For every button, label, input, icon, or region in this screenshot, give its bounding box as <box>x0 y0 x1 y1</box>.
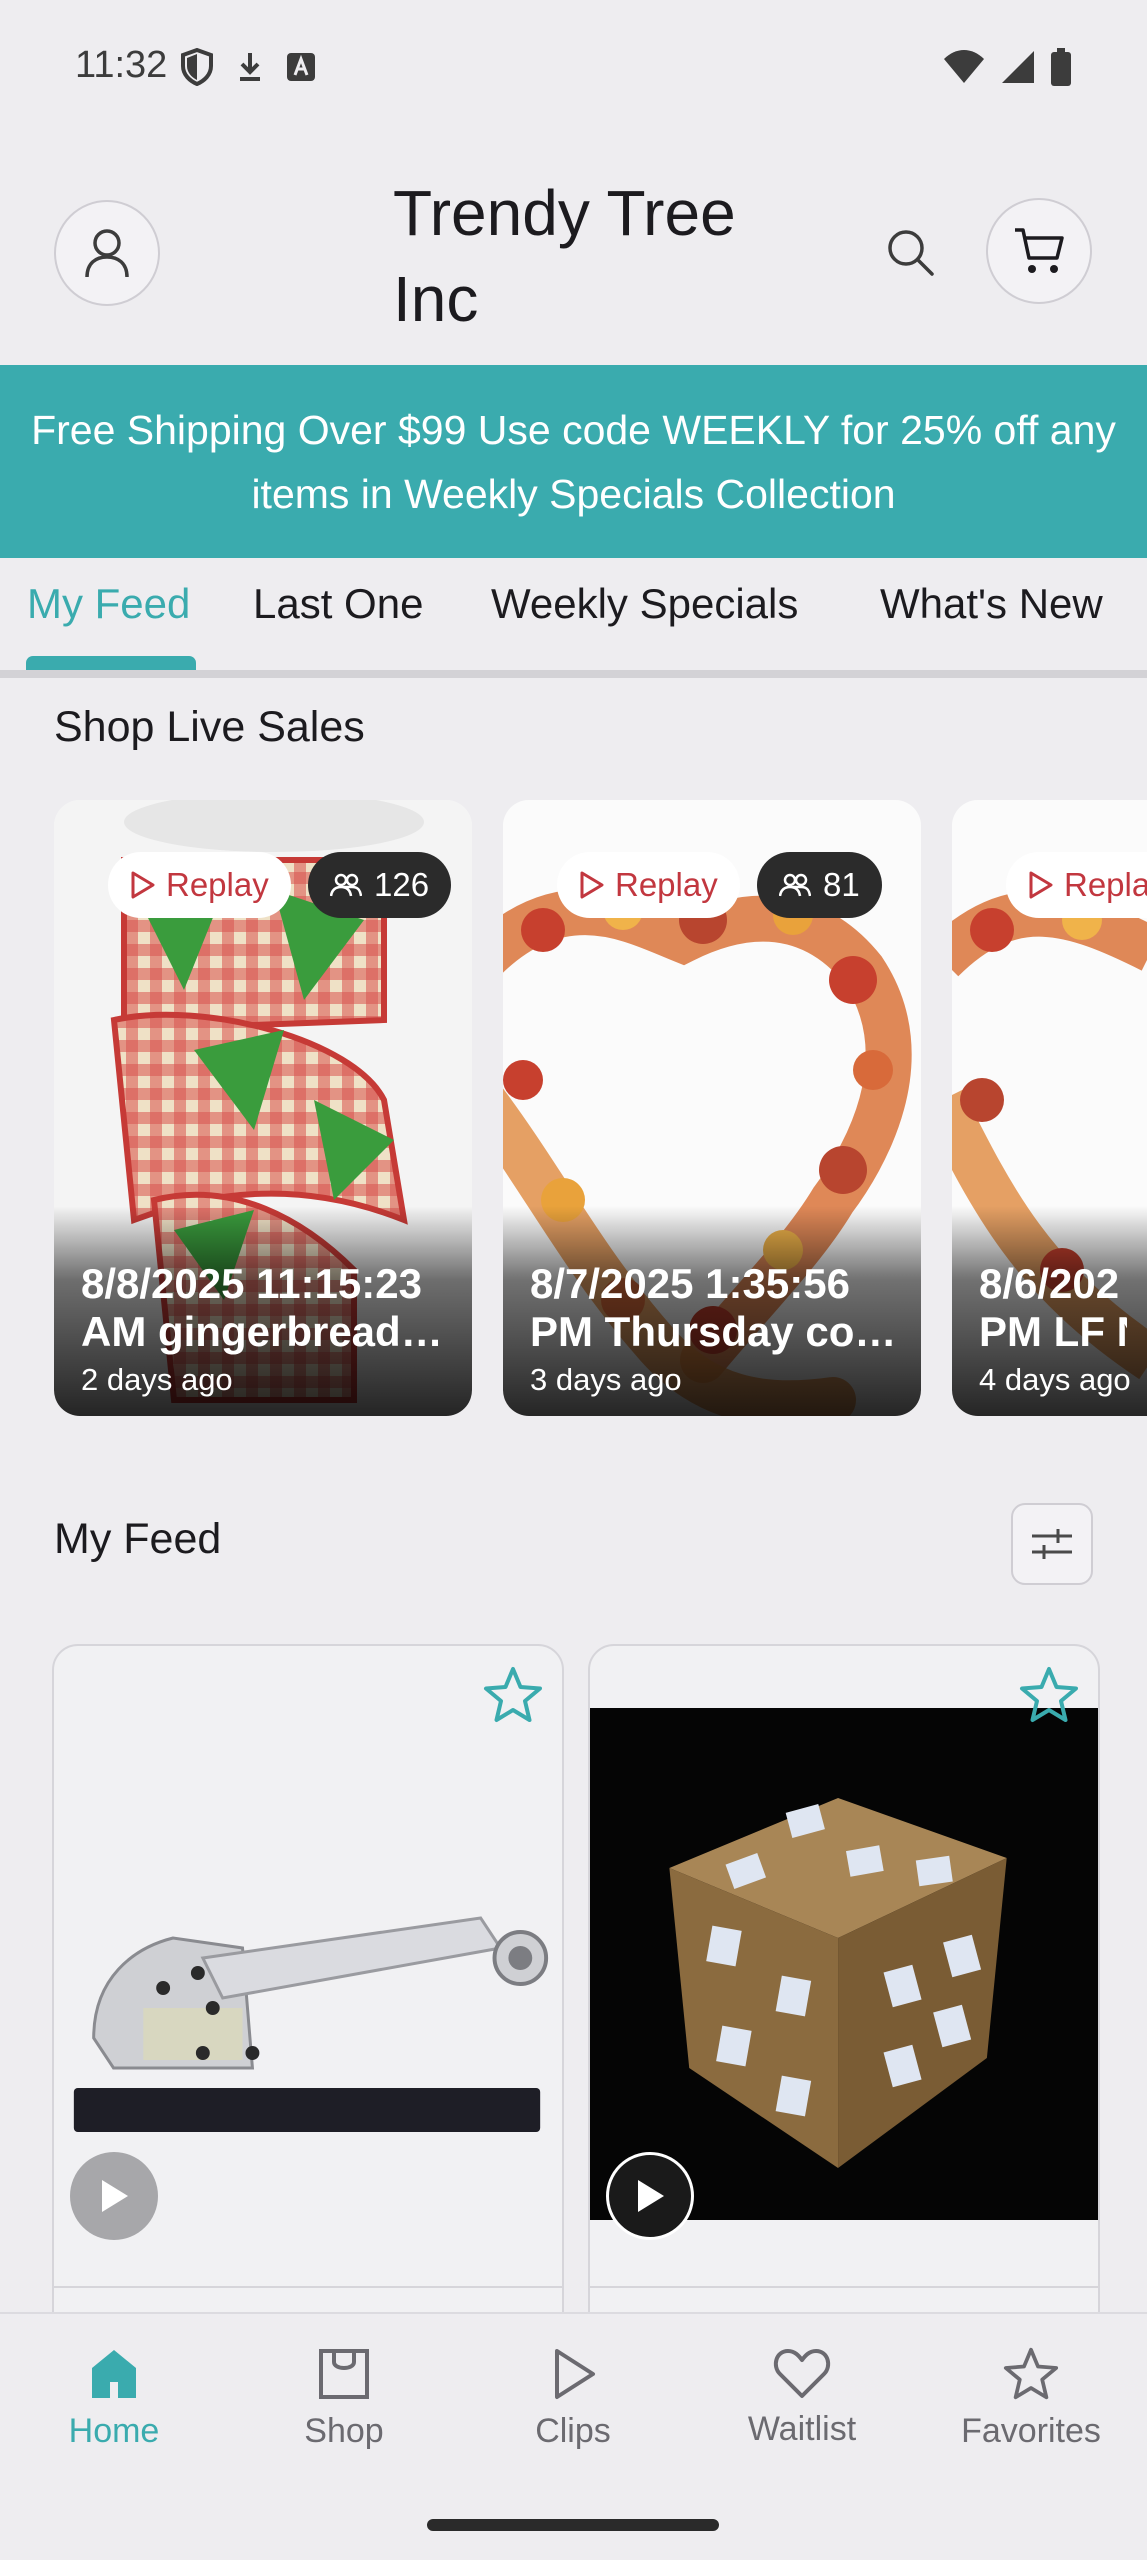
promo-text: Free Shipping Over $99 Use code WEEKLY f… <box>31 406 1116 517</box>
battery-icon <box>1051 48 1071 86</box>
bar-cutter-image <box>54 1708 562 2220</box>
play-outline-icon <box>580 871 604 899</box>
live-sale-time-ago: 4 days ago <box>979 1362 1131 1397</box>
star-icon <box>1003 2347 1059 2400</box>
live-sale-title: 8/6/202 PM LF Ne <box>979 1260 1127 1355</box>
product-card[interactable] <box>588 1644 1100 2344</box>
live-sale-title: 8/7/2025 1:35:56 PM Thursday co… <box>530 1260 897 1355</box>
play-video-button[interactable] <box>606 2152 694 2240</box>
category-tabs: My Feed Last One Weekly Specials What's … <box>0 558 1147 682</box>
nav-label: Favorites <box>961 2412 1101 2450</box>
play-video-button[interactable] <box>70 2152 158 2240</box>
nav-clips[interactable]: Clips <box>473 2346 673 2451</box>
replay-label: Repla <box>1064 866 1147 903</box>
play-icon <box>102 2180 128 2212</box>
live-sale-card[interactable]: Replay 126 8/8/2025 11:15:23 AM gingerbr… <box>54 800 472 1416</box>
replay-badge: Replay <box>108 852 291 918</box>
tab-divider <box>0 670 1147 678</box>
search-button[interactable] <box>878 220 942 284</box>
replay-label: Replay <box>166 866 269 903</box>
play-outline-icon <box>131 871 155 899</box>
app-title: Trendy Tree Inc <box>393 177 736 335</box>
nav-favorites[interactable]: Favorites <box>931 2346 1131 2451</box>
replay-badge: Replay <box>557 852 740 918</box>
cart-icon <box>1015 228 1064 273</box>
nav-waitlist[interactable]: Waitlist <box>702 2346 902 2449</box>
live-sale-card[interactable]: Repla 8/6/202 PM LF Ne 4 days ago <box>952 800 1147 1416</box>
star-icon <box>1020 1667 1078 1722</box>
star-icon <box>484 1667 542 1722</box>
shield-icon <box>181 48 213 86</box>
card-divider <box>54 2286 562 2288</box>
product-card[interactable] <box>52 1644 564 2344</box>
tab-weekly-specials[interactable]: Weekly Specials <box>491 580 798 628</box>
nav-label: Clips <box>535 2412 611 2450</box>
search-icon <box>888 230 934 276</box>
card-divider <box>590 2286 1098 2288</box>
live-sale-time-ago: 3 days ago <box>530 1362 682 1397</box>
live-sales-title: Shop Live Sales <box>54 703 365 751</box>
viewers-icon <box>779 873 811 897</box>
wifi-icon <box>944 50 984 83</box>
viewer-count-badge: 126 <box>308 852 452 918</box>
play-outline-icon <box>555 2349 595 2399</box>
live-sale-card[interactable]: Replay 81 8/7/2025 1:35:56 PM Thursday c… <box>503 800 921 1416</box>
nav-shop[interactable]: Shop <box>244 2346 444 2451</box>
app-header: Trendy Tree Inc <box>0 140 1147 365</box>
home-icon <box>92 2350 136 2398</box>
play-icon <box>638 2180 664 2212</box>
favorite-button[interactable] <box>1014 1660 1084 1730</box>
nav-label: Waitlist <box>747 2410 857 2448</box>
gesture-home-bar[interactable] <box>427 2519 719 2531</box>
sliders-icon <box>1032 1529 1072 1559</box>
mystery-box-image <box>590 1708 1098 2220</box>
feed-title: My Feed <box>54 1515 222 1563</box>
viewer-count-badge: 81 <box>757 852 882 918</box>
tab-last-one[interactable]: Last One <box>253 580 423 628</box>
favorite-button[interactable] <box>478 1660 548 1730</box>
status-icons-right <box>942 48 1072 86</box>
play-outline-icon <box>1029 871 1053 899</box>
nav-home[interactable]: Home <box>14 2346 214 2451</box>
viewer-count: 126 <box>374 866 430 903</box>
replay-badge: Repla <box>1006 852 1147 918</box>
viewer-count: 81 <box>823 866 860 903</box>
download-icon <box>240 53 260 81</box>
tab-active-indicator <box>26 656 196 670</box>
status-icons-left <box>180 48 316 86</box>
nav-label: Home <box>68 2412 160 2450</box>
viewers-icon <box>330 873 362 897</box>
profile-icon <box>85 229 129 278</box>
nav-label: Shop <box>304 2412 384 2450</box>
status-time: 11:32 <box>75 44 168 86</box>
tab-whats-new[interactable]: What's New <box>880 580 1103 628</box>
status-bar: 11:32 <box>0 0 1147 140</box>
profile-button[interactable] <box>54 200 160 306</box>
live-sale-title: 8/8/2025 11:15:23 AM gingerbread… <box>81 1260 443 1355</box>
signal-icon <box>1002 51 1034 83</box>
keyboard-a-icon <box>287 53 315 81</box>
cart-button[interactable] <box>986 198 1092 304</box>
heart-icon <box>773 2349 831 2398</box>
tab-my-feed[interactable]: My Feed <box>27 580 190 628</box>
feed-filter-button[interactable] <box>1011 1503 1093 1585</box>
promo-banner[interactable]: Free Shipping Over $99 Use code WEEKLY f… <box>0 365 1147 558</box>
bag-icon <box>319 2349 369 2399</box>
replay-label: Replay <box>615 866 718 903</box>
live-sale-time-ago: 2 days ago <box>81 1362 233 1397</box>
